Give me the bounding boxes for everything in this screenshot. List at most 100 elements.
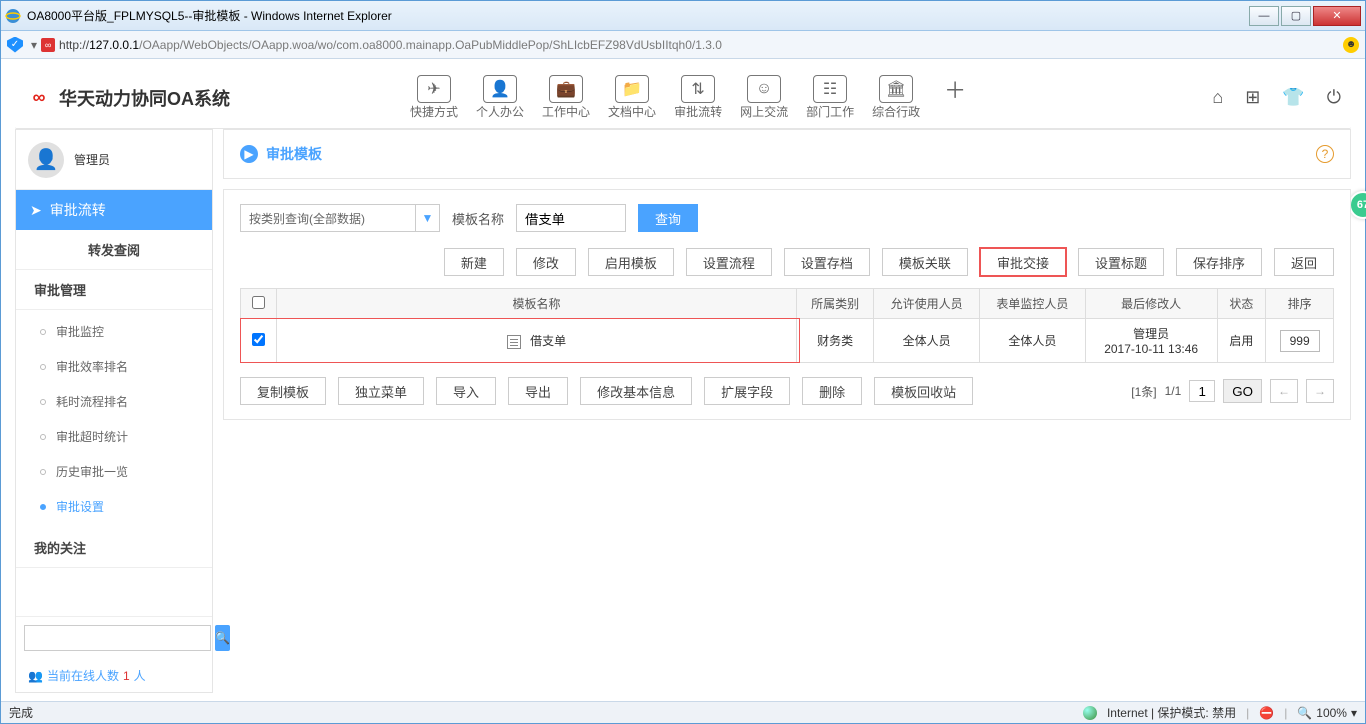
document-icon (507, 335, 521, 349)
close-button[interactable]: ✕ (1313, 6, 1361, 26)
power-icon[interactable]: ⏻ (1327, 87, 1341, 108)
security-dropdown-icon[interactable]: ▾ (31, 38, 37, 52)
template-name-input[interactable] (516, 204, 626, 232)
top-bar: ∞ 华天动力协同OA系统 ✈快捷方式 👤个人办公 💼工作中心 📁文档中心 ⇅审批流转 ☺网… (15, 67, 1351, 129)
col-1: 模板名称 (277, 289, 797, 319)
topnav-item-7[interactable]: 🏛综合行政 (872, 75, 920, 120)
action-设置流程[interactable]: 设置流程 (686, 248, 772, 276)
action-启用模板[interactable]: 启用模板 (588, 248, 674, 276)
sidebar-item-1[interactable]: 审批效率排名 (16, 349, 212, 384)
action-设置存档[interactable]: 设置存档 (784, 248, 870, 276)
category-combo[interactable]: 按类别查询(全部数据) ▼ (240, 204, 440, 232)
ie-icon (5, 8, 21, 24)
select-all-checkbox[interactable] (252, 296, 265, 309)
sidebar-item-4[interactable]: 历史审批一览 (16, 454, 212, 489)
people-icon: 👥 (28, 669, 43, 683)
window-titlebar: OA8000平台版_FPLMYSQL5--审批模板 - Windows Inte… (1, 1, 1365, 31)
action-模板关联[interactable]: 模板关联 (882, 248, 968, 276)
window-title: OA8000平台版_FPLMYSQL5--审批模板 - Windows Inte… (27, 7, 1247, 24)
topnav-item-4[interactable]: ⇅审批流转 (674, 75, 722, 120)
sidebar-search: 🔍 (16, 616, 212, 659)
action-设置标题[interactable]: 设置标题 (1078, 248, 1164, 276)
sidebar-section2-title[interactable]: 我的关注 (16, 528, 212, 568)
topnav-item-5[interactable]: ☺网上交流 (740, 75, 788, 120)
bottom-action-修改基本信息[interactable]: 修改基本信息 (580, 377, 692, 405)
page-input[interactable] (1189, 380, 1215, 402)
topnav-item-3[interactable]: 📁文档中心 (608, 75, 656, 120)
status-bar: 完成 Internet | 保护模式: 禁用 | ⛔ | 🔍 100% ▾ (1, 701, 1365, 723)
security-shield-icon[interactable]: ✓ (7, 37, 23, 53)
favicon-icon: ∞ (41, 38, 55, 52)
action-返回[interactable]: 返回 (1274, 248, 1334, 276)
zoom-control[interactable]: 🔍 100% ▾ (1297, 706, 1357, 720)
topnav-item-2[interactable]: 💼工作中心 (542, 75, 590, 120)
next-page-button[interactable]: → (1306, 379, 1334, 403)
app-logo: ∞ 华天动力协同OA系统 (25, 85, 230, 111)
online-count: 👥 当前在线人数 1人 (16, 659, 212, 692)
col-5: 最后修改人 (1085, 289, 1217, 319)
filter-row: 按类别查询(全部数据) ▼ 模板名称 查询 (240, 204, 1334, 232)
table-row[interactable]: 借支单 财务类 全体人员 全体人员 管理员 2017-10-11 13:46 启… (241, 319, 1334, 363)
page-title: 审批模板 (266, 144, 322, 164)
col-2: 所属类别 (797, 289, 874, 319)
sidebar-item-5[interactable]: 审批设置 (16, 489, 212, 524)
top-nav: ✈快捷方式 👤个人办公 💼工作中心 📁文档中心 ⇅审批流转 ☺网上交流 ☷部门工作 🏛综合行政… (410, 75, 972, 120)
sidebar-active-module[interactable]: ➤ 审批流转 (16, 190, 212, 230)
user-block: 👤 管理员 (16, 130, 212, 190)
sidebar-item-3[interactable]: 审批超时统计 (16, 419, 212, 454)
action-新建[interactable]: 新建 (444, 248, 504, 276)
query-button[interactable]: 查询 (638, 204, 698, 232)
feedback-icon[interactable]: ☻ (1343, 37, 1359, 53)
page-header: ▶ 审批模板 ? (223, 129, 1351, 179)
url-field[interactable]: http://127.0.0.1/OAapp/WebObjects/OAapp.… (59, 38, 1343, 52)
topnav-item-6[interactable]: ☷部门工作 (806, 75, 854, 120)
bottom-action-删除[interactable]: 删除 (802, 377, 862, 405)
topnav-item-1[interactable]: 👤个人办公 (476, 75, 524, 120)
globe-icon (1083, 706, 1097, 720)
col-0 (241, 289, 277, 319)
home-icon[interactable]: ⌂ (1212, 87, 1223, 108)
bottom-action-扩展字段[interactable]: 扩展字段 (704, 377, 790, 405)
bottom-action-复制模板[interactable]: 复制模板 (240, 377, 326, 405)
help-icon[interactable]: ? (1316, 145, 1334, 163)
topnav-item-8[interactable]: ＋ (938, 75, 972, 120)
action-保存排序[interactable]: 保存排序 (1176, 248, 1262, 276)
sidebar-search-input[interactable] (24, 625, 211, 651)
sidebar-prev-section[interactable]: 转发查阅 (16, 230, 212, 270)
maximize-button[interactable]: ▢ (1281, 6, 1311, 26)
bottom-action-导出[interactable]: 导出 (508, 377, 568, 405)
bullet-icon (40, 434, 46, 440)
bullet-icon (40, 399, 46, 405)
chevron-down-icon: ▼ (415, 205, 439, 231)
col-3: 允许使用人员 (874, 289, 980, 319)
bottom-action-独立菜单[interactable]: 独立菜单 (338, 377, 424, 405)
bottom-action-导入[interactable]: 导入 (436, 377, 496, 405)
action-审批交接[interactable]: 审批交接 (980, 248, 1066, 276)
sidebar-item-2[interactable]: 耗时流程排名 (16, 384, 212, 419)
apps-icon[interactable]: ⊞ (1245, 87, 1260, 108)
bottom-action-row: 复制模板独立菜单导入导出修改基本信息扩展字段删除模板回收站 [1条] 1/1 G… (240, 377, 1334, 405)
sidebar-menu: 审批监控审批效率排名耗时流程排名审批超时统计历史审批一览审批设置 (16, 310, 212, 528)
bottom-action-模板回收站[interactable]: 模板回收站 (874, 377, 973, 405)
topnav-icon: 🏛 (879, 75, 913, 103)
prev-page-button[interactable]: ← (1270, 379, 1298, 403)
page-indicator: 1/1 (1165, 384, 1182, 398)
action-修改[interactable]: 修改 (516, 248, 576, 276)
go-button[interactable]: GO (1223, 379, 1262, 403)
topnav-icon: ☺ (747, 75, 781, 103)
status-done: 完成 (9, 704, 33, 721)
theme-icon[interactable]: 👕 (1282, 87, 1304, 108)
row-checkbox[interactable] (252, 333, 265, 346)
module-arrow-icon: ➤ (30, 202, 42, 219)
topnav-icon: 👤 (483, 75, 517, 103)
row-order-input[interactable]: 999 (1280, 330, 1320, 352)
topnav-item-0[interactable]: ✈快捷方式 (410, 75, 458, 120)
template-name-label: 模板名称 (452, 209, 504, 228)
sidebar-item-0[interactable]: 审批监控 (16, 314, 212, 349)
col-4: 表单监控人员 (980, 289, 1086, 319)
protected-mode-off-icon[interactable]: ⛔ (1259, 706, 1274, 720)
minimize-button[interactable]: — (1249, 6, 1279, 26)
user-name: 管理员 (74, 151, 110, 168)
top-right-icons: ⌂ ⊞ 👕 ⏻ (1212, 87, 1341, 108)
address-bar: ✓ ▾ ∞ http://127.0.0.1/OAapp/WebObjects/… (1, 31, 1365, 59)
